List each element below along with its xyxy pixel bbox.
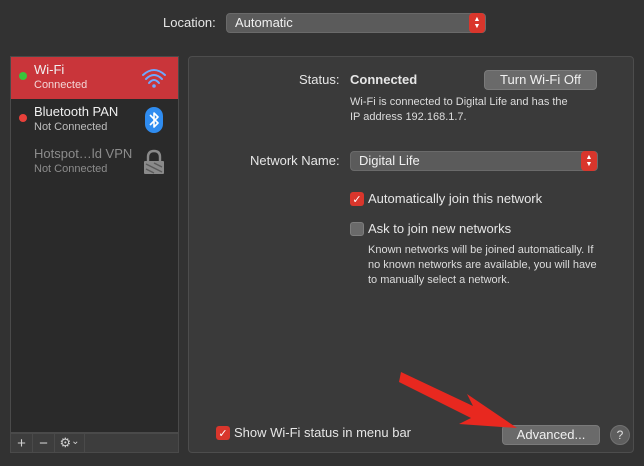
service-wifi[interactable]: Wi-Fi Connected (11, 57, 178, 99)
status-value: Connected (350, 72, 418, 87)
status-label: Status: (299, 72, 340, 87)
ask-join-note-line1: Known networks will be joined automatica… (368, 244, 594, 256)
auto-join-label: Automatically join this network (368, 191, 543, 206)
ask-join-checkbox[interactable] (350, 222, 364, 236)
network-name-popup[interactable]: Digital Life ▲ ▼ (350, 151, 598, 171)
bluetooth-icon (145, 107, 163, 133)
add-service-button[interactable]: + (11, 434, 33, 452)
status-dot-green (19, 72, 27, 80)
help-button[interactable]: ? (610, 425, 630, 445)
location-popup[interactable]: Automatic ▲ ▼ (226, 13, 486, 33)
status-dot-red (19, 114, 27, 122)
status-description-line2: IP address 192.168.1.7. (350, 111, 467, 123)
turn-wifi-off-button[interactable]: Turn Wi-Fi Off (484, 70, 597, 90)
annotation-arrow (399, 372, 517, 428)
auto-join-checkbox[interactable]: ✓ (350, 192, 364, 206)
service-name: Bluetooth PAN (34, 104, 119, 119)
ask-join-label: Ask to join new networks (368, 221, 512, 236)
service-status: Not Connected (34, 163, 108, 175)
service-name: Hotspot…ld VPN (34, 146, 133, 161)
service-list: Wi-Fi Connected Bluetooth PAN Not Connec… (10, 56, 179, 433)
service-list-toolbar: + − ⚙ ⌄ (10, 433, 179, 453)
show-menubar-checkbox[interactable]: ✓ (216, 426, 230, 440)
ask-join-note-line3: to manually select a network. (368, 274, 510, 286)
service-status: Not Connected (34, 121, 108, 133)
popup-stepper-icon: ▲ ▼ (581, 151, 597, 171)
service-status: Connected (34, 79, 88, 91)
gear-icon: ⚙ (59, 435, 72, 450)
chevron-down-icon: ⌄ (71, 435, 80, 447)
service-name: Wi-Fi (34, 62, 65, 77)
action-menu-button[interactable]: ⚙ ⌄ (55, 434, 85, 452)
lock-icon (144, 149, 164, 174)
wifi-icon (142, 69, 166, 88)
remove-service-button[interactable]: − (33, 434, 55, 452)
service-vpn[interactable]: Hotspot…ld VPN Not Connected (11, 141, 178, 183)
location-value: Automatic (235, 15, 293, 30)
location-label: Location: (163, 15, 216, 30)
ask-join-note-line2: no known networks are available, you wil… (368, 259, 597, 271)
service-bluetooth-pan[interactable]: Bluetooth PAN Not Connected (11, 99, 178, 141)
status-description-line1: Wi-Fi is connected to Digital Life and h… (350, 96, 568, 108)
network-name-label: Network Name: (250, 153, 340, 168)
network-name-value: Digital Life (359, 153, 420, 168)
popup-stepper-icon: ▲ ▼ (469, 13, 485, 33)
show-menubar-label: Show Wi-Fi status in menu bar (234, 425, 412, 440)
